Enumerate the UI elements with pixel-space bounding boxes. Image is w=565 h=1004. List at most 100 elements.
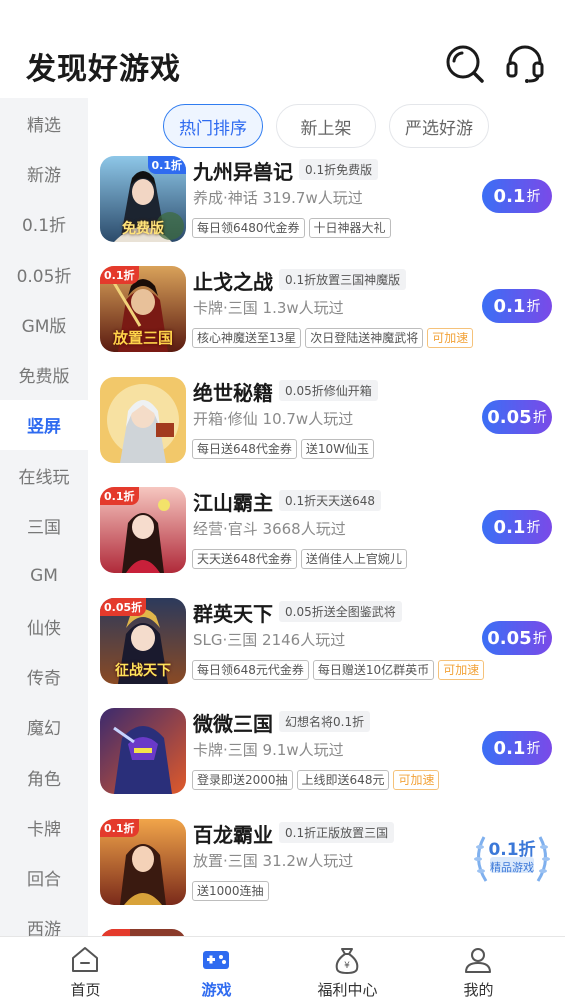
game-card[interactable]: 微微三国 幻想名将0.1折 卡牌·三国 9.1w人玩过 登录即送2000抽 上线… <box>88 706 565 816</box>
game-thumbnail: 0.1折 免费版 <box>100 156 186 242</box>
nav-games[interactable]: 游戏 <box>160 937 273 1004</box>
game-thumbnail <box>100 708 186 794</box>
thumb-banner: 0.1折 <box>100 819 139 837</box>
sidebar-item[interactable]: 仙侠 <box>0 601 88 651</box>
discount-button[interactable]: 0.1 折 <box>482 289 552 323</box>
nav-label: 我的 <box>463 981 494 999</box>
discount-unit: 折 <box>526 741 541 757</box>
sidebar-item[interactable]: GM版 <box>0 299 88 349</box>
nav-benefits[interactable]: ¥ 福利中心 <box>291 937 404 1004</box>
game-thumbnail: 0.05折 征战天下 <box>100 598 186 684</box>
sidebar-item[interactable]: 在线玩 <box>0 450 88 500</box>
discount-unit: 折 <box>532 410 547 426</box>
sidebar-item[interactable]: 回合 <box>0 852 88 902</box>
thumb-banner: 0.05折 <box>100 598 147 616</box>
sidebar-item[interactable]: 三国 <box>0 500 88 550</box>
tab-hot[interactable]: 热门排序 <box>163 104 263 148</box>
search-icon[interactable] <box>445 44 485 84</box>
game-meta: 放置·三国 31.2w人玩过 <box>193 852 354 870</box>
quality-game-badge[interactable]: 0.1折 精品游戏 <box>470 829 554 889</box>
discount-value: 0.1 <box>493 185 526 207</box>
discount-value: 0.1折 <box>488 840 536 860</box>
page-title: 发现好游戏 <box>26 52 181 87</box>
category-sidebar: 精选 新游 0.1折 0.05折 GM版 免费版 竖屏 在线玩 三国 GM 仙侠… <box>0 98 88 936</box>
game-tag: 0.1折天天送648 <box>279 490 381 511</box>
game-card[interactable]: 绝世秘籍 0.05折修仙开箱 开箱·修仙 10.7w人玩过 每日送648代金券 … <box>88 375 565 485</box>
sidebar-item[interactable]: 0.1折 <box>0 199 88 249</box>
nav-profile[interactable]: 我的 <box>422 937 535 1004</box>
sort-tabs: 热门排序 新上架 严选好游 <box>88 98 565 154</box>
game-thumbnail <box>100 377 186 463</box>
thumb-banner: 0.1折 <box>100 266 139 284</box>
perk-badge: 每日领648元代金券 <box>192 660 309 680</box>
game-meta: 开箱·修仙 10.7w人玩过 <box>193 410 354 428</box>
game-card[interactable]: 0.05折 征战天下 群英天下 0.05折送全图鉴武将 SLG·三国 2146人… <box>88 596 565 706</box>
perk-badge: 送10W仙玉 <box>300 439 375 459</box>
speed-badge: 可加速 <box>393 770 440 790</box>
perk-list: 核心神魔送至13星 次日登陆送神魔武将 可加速 <box>192 328 474 348</box>
game-thumbnail: 0.1折 <box>100 819 186 905</box>
game-title: 九州异兽记 <box>193 160 293 184</box>
game-card[interactable]: 0.1折 江山霸主 0.1折天天送648 经营·官斗 3668人玩过 天天送64… <box>88 485 565 595</box>
sidebar-item[interactable]: 传奇 <box>0 651 88 701</box>
discount-button[interactable]: 0.05 折 <box>482 621 552 655</box>
discount-button[interactable]: 0.1 折 <box>482 179 552 213</box>
game-card[interactable]: 0.1折 百龙霸业 0.1折正版放置三国 放置·三国 31.2w人玩过 送100… <box>88 817 565 927</box>
sidebar-item[interactable]: 精选 <box>0 98 88 148</box>
gamepad-icon <box>203 951 229 969</box>
perk-list: 每日送648代金券 送10W仙玉 <box>192 439 375 459</box>
discount-value: 0.1 <box>493 516 526 538</box>
perk-badge: 送1000连抽 <box>192 881 269 901</box>
game-tag: 0.1折正版放置三国 <box>279 822 395 843</box>
discount-unit: 折 <box>526 299 541 315</box>
game-card[interactable]: 0.1折 免费版 九州异兽记 0.1折免费版 养成·神话 319.7w人玩过 每… <box>88 154 565 264</box>
game-tag: 0.1折免费版 <box>299 159 379 180</box>
game-title: 止戈之战 <box>193 270 273 294</box>
sidebar-item[interactable]: 0.05折 <box>0 249 88 299</box>
game-card[interactable]: 0.1折 放置三国 止戈之战 0.1折放置三国神魔版 卡牌·三国 1.3w人玩过… <box>88 264 565 374</box>
discount-button[interactable]: 0.05 折 <box>482 400 552 434</box>
sidebar-item[interactable]: 魔幻 <box>0 702 88 752</box>
perk-badge: 每日赠送10亿群英币 <box>312 660 435 680</box>
speed-badge: 可加速 <box>438 660 485 680</box>
game-tag: 0.1折放置三国神魔版 <box>279 269 407 290</box>
discount-unit: 折 <box>526 520 541 536</box>
sidebar-item[interactable]: 西游 <box>0 903 88 936</box>
headset-icon[interactable] <box>505 44 545 84</box>
game-thumbnail <box>100 929 186 936</box>
game-meta: SLG·三国 2146人玩过 <box>193 631 346 649</box>
perk-list: 每日领6480代金券 十日神器大礼 <box>192 218 391 238</box>
home-icon <box>72 947 98 972</box>
money-bag-icon: ¥ <box>335 948 359 975</box>
perk-badge: 十日神器大礼 <box>308 218 391 238</box>
sidebar-item[interactable]: 新游 <box>0 148 88 198</box>
discount-value: 0.05 <box>487 627 532 649</box>
game-title: 江山霸主 <box>193 491 273 515</box>
thumb-banner: 0.1折 <box>147 156 186 174</box>
game-meta: 卡牌·三国 1.3w人玩过 <box>193 299 344 317</box>
tab-curated[interactable]: 严选好游 <box>389 104 489 148</box>
perk-badge: 上线即送648元 <box>296 770 390 790</box>
game-list: 0.1折 免费版 九州异兽记 0.1折免费版 养成·神话 319.7w人玩过 每… <box>88 154 565 936</box>
sidebar-item[interactable]: GM <box>0 551 88 601</box>
nav-home[interactable]: 首页 <box>29 937 142 1004</box>
nav-label: 游戏 <box>201 981 232 999</box>
game-card-partial[interactable] <box>88 927 565 936</box>
perk-badge: 送俏佳人上官婉儿 <box>300 549 407 569</box>
discount-button[interactable]: 0.1 折 <box>482 731 552 765</box>
game-tag: 0.05折修仙开箱 <box>279 380 378 401</box>
thumb-banner: 0.1折 <box>100 487 139 505</box>
sidebar-item[interactable]: 卡牌 <box>0 802 88 852</box>
game-title: 绝世秘籍 <box>193 381 273 405</box>
svg-text:¥: ¥ <box>344 961 350 971</box>
sidebar-item[interactable]: 角色 <box>0 752 88 802</box>
sidebar-item-active[interactable]: 竖屏 <box>0 399 88 451</box>
tab-new[interactable]: 新上架 <box>276 104 376 148</box>
perk-badge: 登录即送2000抽 <box>192 770 293 790</box>
game-title: 群英天下 <box>193 602 273 626</box>
game-title: 百龙霸业 <box>193 823 273 847</box>
discount-button[interactable]: 0.1 折 <box>482 510 552 544</box>
sidebar-item[interactable]: 免费版 <box>0 349 88 399</box>
perk-list: 天天送648代金券 送俏佳人上官婉儿 <box>192 549 407 569</box>
user-icon <box>465 948 491 973</box>
